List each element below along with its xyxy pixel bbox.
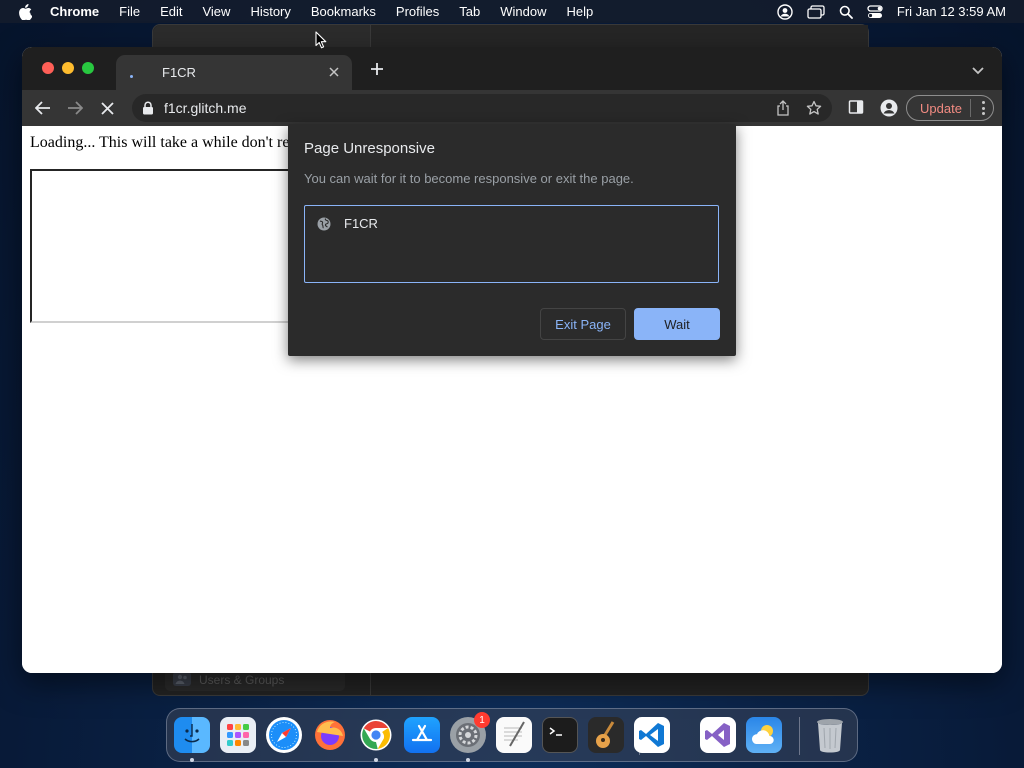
exit-page-button[interactable]: Exit Page [540,308,626,340]
tab-f1cr[interactable]: F1CR [116,55,352,90]
tab-strip: F1CR [22,47,1002,90]
menu-help[interactable]: Help [567,4,594,19]
dock-trash-icon[interactable] [812,717,848,753]
update-chrome-button[interactable]: Update [906,95,994,121]
dock-separator [799,717,800,755]
menu-bookmarks[interactable]: Bookmarks [311,4,376,19]
dock-launchpad-icon[interactable] [220,717,256,753]
embedded-frame [30,169,330,323]
dock-running-indicator [374,758,378,762]
dock-terminal-icon[interactable] [542,717,578,753]
dock-textedit-icon[interactable] [496,717,532,753]
menu-view[interactable]: View [202,4,230,19]
dock-running-indicator [190,758,194,762]
dock-safari-icon[interactable] [266,717,302,753]
notification-badge: 1 [474,712,490,728]
back-arrow-icon[interactable] [34,99,52,117]
share-icon[interactable] [776,100,790,119]
dialog-subtitle: You can wait for it to become responsive… [304,171,634,186]
wait-button[interactable]: Wait [634,308,720,340]
profile-avatar-icon[interactable] [880,99,898,122]
dock-visual-studio-icon[interactable] [700,717,736,753]
list-item-label: F1CR [344,216,378,231]
menu-profiles[interactable]: Profiles [396,4,439,19]
tab-title: F1CR [162,65,196,80]
user-account-icon[interactable] [777,3,793,20]
address-bar[interactable]: f1cr.glitch.me [132,94,832,122]
window-controls [42,62,94,74]
url-text[interactable]: f1cr.glitch.me [164,100,246,116]
update-label: Update [920,100,962,116]
update-divider [970,99,971,117]
stop-loading-icon[interactable] [98,99,116,117]
menu-file[interactable]: File [119,4,140,19]
side-panel-icon[interactable] [848,99,864,122]
dock-running-indicator [466,758,470,762]
dialog-title: Page Unresponsive [304,140,435,157]
control-center-icon[interactable] [867,4,883,19]
menu-window[interactable]: Window [500,4,546,19]
lock-icon[interactable] [142,101,154,115]
background-window-content-header [370,25,868,47]
list-item[interactable]: F1CR [317,216,378,231]
sidebar-item-label: Users & Groups [199,673,285,687]
dock-chrome-icon[interactable] [358,717,394,753]
globe-icon [317,217,331,230]
dock-finder-icon[interactable] [174,717,210,753]
browser-toolbar: f1cr.glitch.me Update [22,90,1002,126]
chrome-menu-kebab-icon[interactable] [981,101,985,115]
loading-message: Loading... This will take a while don't … [30,134,290,151]
window-close-button[interactable] [42,62,54,74]
menu-bar-clock[interactable]: Fri Jan 12 3:59 AM [897,4,1006,19]
spotlight-search-icon[interactable] [839,5,853,19]
tab-search-chevron-icon[interactable] [972,62,988,76]
menu-bar: Chrome File Edit View History Bookmarks … [0,0,1024,23]
menu-app-name[interactable]: Chrome [50,4,99,19]
dock-app-store-icon[interactable] [404,717,440,753]
bookmark-star-icon[interactable] [806,100,822,119]
mouse-cursor-icon [315,31,327,49]
dock: 1 [166,708,858,762]
menu-history[interactable]: History [250,4,290,19]
apple-menu-icon[interactable] [18,3,34,20]
loading-spinner-icon [128,65,144,81]
menu-tab[interactable]: Tab [459,4,480,19]
dock-system-settings-icon[interactable]: 1 [450,712,490,753]
users-groups-icon [173,671,191,689]
screen-mirroring-icon[interactable] [807,4,825,19]
dock-vscode-icon[interactable] [634,717,670,753]
dock-firefox-icon[interactable] [312,717,348,753]
dock-garageband-icon[interactable] [588,717,624,753]
new-tab-button[interactable] [367,60,387,80]
menu-edit[interactable]: Edit [160,4,182,19]
unresponsive-pages-list[interactable]: F1CR [304,205,719,283]
page-unresponsive-dialog: Page Unresponsive You can wait for it to… [288,124,736,356]
forward-arrow-icon[interactable] [66,99,84,117]
window-zoom-button[interactable] [82,62,94,74]
tab-close-icon[interactable] [326,64,342,80]
window-minimize-button[interactable] [62,62,74,74]
dock-weather-icon[interactable] [746,717,782,753]
